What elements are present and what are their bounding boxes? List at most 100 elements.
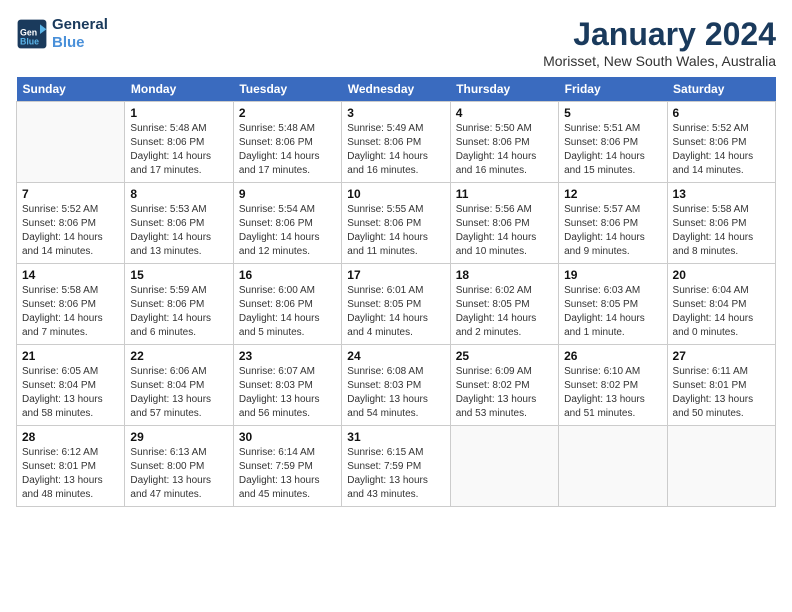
day-number: 21: [22, 349, 119, 363]
calendar-cell: 2Sunrise: 5:48 AM Sunset: 8:06 PM Daylig…: [233, 102, 341, 183]
calendar-cell: 16 Sunrise: 6:00 AM Sunset: 8:06 PM Dayli…: [233, 264, 341, 345]
logo-text: General Blue: [52, 16, 108, 52]
day-info: Sunrise: 5:55 AM Sunset: 8:06 PM Dayligh…: [347, 203, 444, 259]
calendar-cell: 10 Sunrise: 5:55 AM Sunset: 8:06 PM Dayli…: [342, 183, 450, 264]
day-number: 5: [564, 106, 661, 120]
calendar-cell: 7 Sunrise: 5:52 AM Sunset: 8:06 PM Daylig…: [17, 183, 125, 264]
day-info: Sunrise: 6:09 AM Sunset: 8:02 PM Dayligh…: [456, 365, 553, 421]
day-info: Sunrise: 6:10 AM Sunset: 8:02 PM Dayligh…: [564, 365, 661, 421]
day-info: Sunrise: 6:14 AM Sunset: 7:59 PM Dayligh…: [239, 446, 336, 502]
calendar-cell: 4 Sunrise: 5:50 AM Sunset: 8:06 PM Daylig…: [450, 102, 558, 183]
calendar-cell: 28Sunrise: 6:12 AM Sunset: 8:01 PM Dayli…: [17, 426, 125, 507]
calendar-cell: 19 Sunrise: 6:03 AM Sunset: 8:05 PM Dayli…: [559, 264, 667, 345]
calendar-cell: 21 Sunrise: 6:05 AM Sunset: 8:04 PM Dayli…: [17, 345, 125, 426]
day-number: 14: [22, 268, 119, 282]
day-info: Sunrise: 6:01 AM Sunset: 8:05 PM Dayligh…: [347, 284, 444, 340]
month-title: January 2024: [543, 16, 776, 53]
calendar-cell: 6 Sunrise: 5:52 AM Sunset: 8:06 PM Daylig…: [667, 102, 775, 183]
day-info: Sunrise: 5:52 AM Sunset: 8:06 PM Dayligh…: [673, 122, 770, 178]
day-number: 20: [673, 268, 770, 282]
calendar-cell: 18 Sunrise: 6:02 AM Sunset: 8:05 PM Dayli…: [450, 264, 558, 345]
column-header-tuesday: Tuesday: [233, 77, 341, 102]
calendar-cell: 17Sunrise: 6:01 AM Sunset: 8:05 PM Dayli…: [342, 264, 450, 345]
day-info: Sunrise: 6:13 AM Sunset: 8:00 PM Dayligh…: [130, 446, 227, 502]
logo-icon: Gen Blue: [16, 18, 48, 50]
calendar-cell: 27 Sunrise: 6:11 AM Sunset: 8:01 PM Dayli…: [667, 345, 775, 426]
day-info: Sunrise: 5:57 AM Sunset: 8:06 PM Dayligh…: [564, 203, 661, 259]
day-number: 3: [347, 106, 444, 120]
day-number: 11: [456, 187, 553, 201]
calendar-cell: 24 Sunrise: 6:08 AM Sunset: 8:03 PM Dayli…: [342, 345, 450, 426]
column-header-thursday: Thursday: [450, 77, 558, 102]
day-info: Sunrise: 5:53 AM Sunset: 8:06 PM Dayligh…: [130, 203, 227, 259]
calendar-cell: 22Sunrise: 6:06 AM Sunset: 8:04 PM Dayli…: [125, 345, 233, 426]
day-number: 26: [564, 349, 661, 363]
calendar-cell: 29 Sunrise: 6:13 AM Sunset: 8:00 PM Dayli…: [125, 426, 233, 507]
day-info: Sunrise: 6:08 AM Sunset: 8:03 PM Dayligh…: [347, 365, 444, 421]
day-info: Sunrise: 5:52 AM Sunset: 8:06 PM Dayligh…: [22, 203, 119, 259]
day-number: 6: [673, 106, 770, 120]
day-info: Sunrise: 6:07 AM Sunset: 8:03 PM Dayligh…: [239, 365, 336, 421]
day-info: Sunrise: 6:04 AM Sunset: 8:04 PM Dayligh…: [673, 284, 770, 340]
day-number: 29: [130, 430, 227, 444]
day-number: 12: [564, 187, 661, 201]
calendar-cell: 20 Sunrise: 6:04 AM Sunset: 8:04 PM Dayli…: [667, 264, 775, 345]
calendar-cell: 31 Sunrise: 6:15 AM Sunset: 7:59 PM Dayli…: [342, 426, 450, 507]
calendar-week-4: 21 Sunrise: 6:05 AM Sunset: 8:04 PM Dayli…: [17, 345, 776, 426]
calendar-cell: 13Sunrise: 5:58 AM Sunset: 8:06 PM Dayli…: [667, 183, 775, 264]
day-number: 9: [239, 187, 336, 201]
day-info: Sunrise: 5:48 AM Sunset: 8:06 PM Dayligh…: [130, 122, 227, 178]
day-info: Sunrise: 5:50 AM Sunset: 8:06 PM Dayligh…: [456, 122, 553, 178]
day-number: 15: [130, 268, 227, 282]
day-info: Sunrise: 6:15 AM Sunset: 7:59 PM Dayligh…: [347, 446, 444, 502]
logo: Gen Blue General Blue: [16, 16, 108, 52]
calendar-table: SundayMondayTuesdayWednesdayThursdayFrid…: [16, 77, 776, 507]
day-number: 31: [347, 430, 444, 444]
day-info: Sunrise: 5:58 AM Sunset: 8:06 PM Dayligh…: [673, 203, 770, 259]
day-info: Sunrise: 5:58 AM Sunset: 8:06 PM Dayligh…: [22, 284, 119, 340]
calendar-cell: 5Sunrise: 5:51 AM Sunset: 8:06 PM Daylig…: [559, 102, 667, 183]
day-number: 28: [22, 430, 119, 444]
day-number: 16: [239, 268, 336, 282]
calendar-cell: [667, 426, 775, 507]
calendar-cell: 14 Sunrise: 5:58 AM Sunset: 8:06 PM Dayli…: [17, 264, 125, 345]
column-header-wednesday: Wednesday: [342, 77, 450, 102]
day-number: 22: [130, 349, 227, 363]
day-number: 2: [239, 106, 336, 120]
day-info: Sunrise: 6:02 AM Sunset: 8:05 PM Dayligh…: [456, 284, 553, 340]
day-info: Sunrise: 5:59 AM Sunset: 8:06 PM Dayligh…: [130, 284, 227, 340]
day-info: Sunrise: 6:05 AM Sunset: 8:04 PM Dayligh…: [22, 365, 119, 421]
day-info: Sunrise: 5:49 AM Sunset: 8:06 PM Dayligh…: [347, 122, 444, 178]
calendar-cell: 1 Sunrise: 5:48 AM Sunset: 8:06 PM Daylig…: [125, 102, 233, 183]
day-number: 1: [130, 106, 227, 120]
day-info: Sunrise: 6:03 AM Sunset: 8:05 PM Dayligh…: [564, 284, 661, 340]
calendar-header-row: SundayMondayTuesdayWednesdayThursdayFrid…: [17, 77, 776, 102]
calendar-cell: [559, 426, 667, 507]
calendar-cell: 30 Sunrise: 6:14 AM Sunset: 7:59 PM Dayli…: [233, 426, 341, 507]
location: Morisset, New South Wales, Australia: [543, 53, 776, 69]
column-header-monday: Monday: [125, 77, 233, 102]
day-number: 30: [239, 430, 336, 444]
calendar-week-5: 28Sunrise: 6:12 AM Sunset: 8:01 PM Dayli…: [17, 426, 776, 507]
calendar-cell: [17, 102, 125, 183]
calendar-cell: 3 Sunrise: 5:49 AM Sunset: 8:06 PM Daylig…: [342, 102, 450, 183]
day-number: 18: [456, 268, 553, 282]
day-number: 19: [564, 268, 661, 282]
calendar-cell: 23Sunrise: 6:07 AM Sunset: 8:03 PM Dayli…: [233, 345, 341, 426]
day-info: Sunrise: 6:00 AM Sunset: 8:06 PM Dayligh…: [239, 284, 336, 340]
day-number: 27: [673, 349, 770, 363]
svg-text:Blue: Blue: [20, 36, 39, 46]
column-header-sunday: Sunday: [17, 77, 125, 102]
day-number: 10: [347, 187, 444, 201]
calendar-cell: 11Sunrise: 5:56 AM Sunset: 8:06 PM Dayli…: [450, 183, 558, 264]
day-info: Sunrise: 6:11 AM Sunset: 8:01 PM Dayligh…: [673, 365, 770, 421]
calendar-week-2: 7 Sunrise: 5:52 AM Sunset: 8:06 PM Daylig…: [17, 183, 776, 264]
calendar-cell: [450, 426, 558, 507]
calendar-cell: 25Sunrise: 6:09 AM Sunset: 8:02 PM Dayli…: [450, 345, 558, 426]
day-number: 7: [22, 187, 119, 201]
day-number: 24: [347, 349, 444, 363]
calendar-week-1: 1 Sunrise: 5:48 AM Sunset: 8:06 PM Daylig…: [17, 102, 776, 183]
day-info: Sunrise: 5:54 AM Sunset: 8:06 PM Dayligh…: [239, 203, 336, 259]
calendar-cell: 26 Sunrise: 6:10 AM Sunset: 8:02 PM Dayli…: [559, 345, 667, 426]
day-number: 4: [456, 106, 553, 120]
